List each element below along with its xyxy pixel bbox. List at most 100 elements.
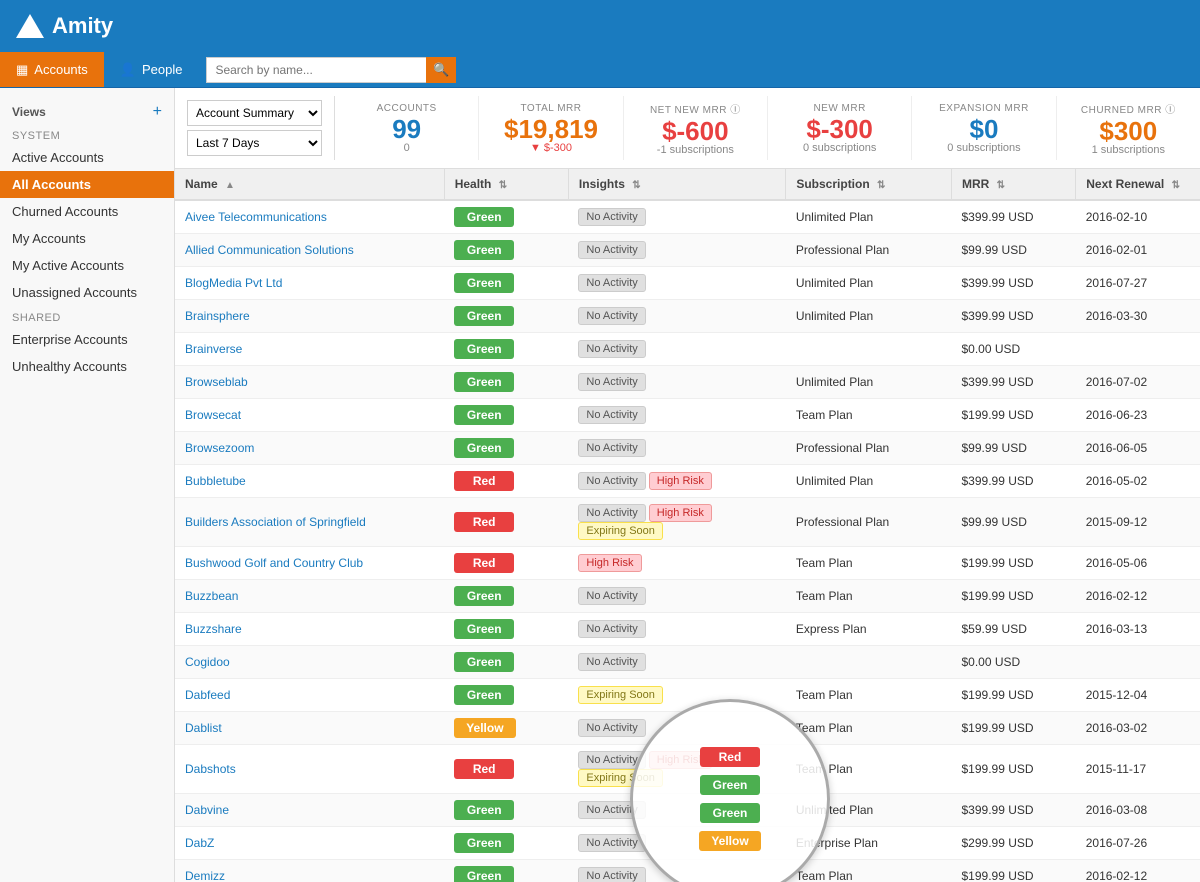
metric-accounts: ACCOUNTS 99 0	[335, 96, 479, 160]
health-badge: Green	[454, 438, 514, 458]
metric-expansion-mrr-value: $0	[970, 116, 999, 142]
cell-insights: High Risk	[568, 547, 785, 580]
cell-subscription	[786, 333, 952, 366]
insight-tag: No Activity	[578, 241, 645, 259]
account-link[interactable]: Brainsphere	[185, 309, 250, 323]
search-input[interactable]	[206, 57, 426, 83]
sidebar-item-unhealthy-accounts[interactable]: Unhealthy Accounts	[0, 353, 174, 380]
account-link[interactable]: Bushwood Golf and Country Club	[185, 556, 363, 570]
account-link[interactable]: DabZ	[185, 836, 214, 850]
account-link[interactable]: Builders Association of Springfield	[185, 515, 366, 529]
sidebar-item-my-accounts[interactable]: My Accounts	[0, 225, 174, 252]
cell-health: Green	[444, 333, 568, 366]
cell-subscription: Team Plan	[786, 547, 952, 580]
accounts-icon: ▦	[16, 62, 28, 78]
col-header-renewal[interactable]: Next Renewal ⇅	[1076, 169, 1200, 200]
sidebar-item-my-active-accounts[interactable]: My Active Accounts	[0, 252, 174, 279]
account-link[interactable]: Allied Communication Solutions	[185, 243, 354, 257]
health-badge: Green	[454, 405, 514, 425]
account-link[interactable]: Browsezoom	[185, 441, 254, 455]
account-link[interactable]: Demizz	[185, 869, 225, 882]
col-header-insights[interactable]: Insights ⇅	[568, 169, 785, 200]
table-row: Builders Association of SpringfieldRedNo…	[175, 498, 1200, 547]
cell-name: Buzzshare	[175, 613, 444, 646]
cell-renewal: 2016-02-10	[1076, 200, 1200, 234]
people-tab[interactable]: 👤 People	[104, 52, 199, 87]
account-link[interactable]: BlogMedia Pvt Ltd	[185, 276, 282, 290]
tooltip-badge-green: Green	[700, 775, 760, 795]
sidebar-item-all-accounts[interactable]: All Accounts	[0, 171, 174, 198]
insight-tag: No Activity	[578, 274, 645, 292]
cell-subscription: Professional Plan	[786, 234, 952, 267]
cell-mrr: $399.99 USD	[952, 300, 1076, 333]
account-link[interactable]: Dablist	[185, 721, 222, 735]
metric-accounts-label: ACCOUNTS	[377, 103, 437, 114]
sidebar-item-churned-accounts[interactable]: Churned Accounts	[0, 198, 174, 225]
cell-name: Dabvine	[175, 794, 444, 827]
cell-insights: No ActivityHigh Risk	[568, 465, 785, 498]
account-link[interactable]: Buzzshare	[185, 622, 242, 636]
cell-renewal: 2016-03-08	[1076, 794, 1200, 827]
cell-name: Bubbletube	[175, 465, 444, 498]
col-header-mrr[interactable]: MRR ⇅	[952, 169, 1076, 200]
add-view-button[interactable]: +	[153, 104, 162, 120]
account-link[interactable]: Browseblab	[185, 375, 248, 389]
tooltip-circle: Red Green Green Yellow	[630, 699, 830, 882]
insight-tag: No Activity	[578, 472, 645, 490]
col-header-subscription[interactable]: Subscription ⇅	[786, 169, 952, 200]
account-link[interactable]: Dabshots	[185, 762, 236, 776]
cell-renewal: 2016-03-02	[1076, 712, 1200, 745]
account-link[interactable]: Bubbletube	[185, 474, 246, 488]
logo-icon	[16, 14, 44, 38]
cell-insights: No Activity	[568, 613, 785, 646]
cell-subscription: Unlimited Plan	[786, 200, 952, 234]
stats-metrics: ACCOUNTS 99 0 TOTAL MRR $19,819 ▼ $-300 …	[335, 96, 1200, 160]
cell-renewal: 2016-05-06	[1076, 547, 1200, 580]
col-header-name[interactable]: Name ▲	[175, 169, 444, 200]
metric-total-mrr-sub: ▼ $-300	[530, 142, 572, 154]
account-link[interactable]: Aivee Telecommunications	[185, 210, 327, 224]
health-badge: Green	[454, 685, 514, 705]
cell-name: Browsecat	[175, 399, 444, 432]
sidebar-item-unassigned-accounts[interactable]: Unassigned Accounts	[0, 279, 174, 306]
cell-health: Green	[444, 794, 568, 827]
view-selector[interactable]: Account Summary Revenue Summary	[187, 100, 322, 126]
table-row: BrainsphereGreenNo ActivityUnlimited Pla…	[175, 300, 1200, 333]
metric-net-new-mrr: NET NEW MRR ⓘ $-600 -1 subscriptions	[624, 96, 768, 160]
cell-insights: No Activity	[568, 234, 785, 267]
cell-renewal: 2016-06-23	[1076, 399, 1200, 432]
metric-net-new-mrr-label: NET NEW MRR ⓘ	[650, 101, 741, 116]
account-link[interactable]: Dabvine	[185, 803, 229, 817]
account-link[interactable]: Browsecat	[185, 408, 241, 422]
account-link[interactable]: Dabfeed	[185, 688, 230, 702]
cell-renewal: 2016-07-02	[1076, 366, 1200, 399]
health-badge: Red	[454, 553, 514, 573]
accounts-tab[interactable]: ▦ Accounts	[0, 52, 104, 87]
cell-subscription: Express Plan	[786, 613, 952, 646]
nav-bar: ▦ Accounts 👤 People 🔍	[0, 52, 1200, 88]
search-button[interactable]: 🔍	[426, 57, 456, 83]
cell-mrr: $399.99 USD	[952, 366, 1076, 399]
table-header-row: Name ▲ Health ⇅ Insights ⇅ Subscription …	[175, 169, 1200, 200]
main-layout: Views + System Active Accounts All Accou…	[0, 88, 1200, 882]
cell-health: Green	[444, 366, 568, 399]
cell-health: Green	[444, 613, 568, 646]
date-selector[interactable]: Last 7 Days Last 30 Days Last 90 Days	[187, 130, 322, 156]
cell-renewal	[1076, 646, 1200, 679]
health-badge: Green	[454, 619, 514, 639]
cell-insights: No Activity	[568, 366, 785, 399]
insight-tag: No Activity	[578, 406, 645, 424]
account-link[interactable]: Brainverse	[185, 342, 242, 356]
health-badge: Red	[454, 512, 514, 532]
cell-subscription: Unlimited Plan	[786, 366, 952, 399]
account-link[interactable]: Cogidoo	[185, 655, 230, 669]
cell-mrr: $399.99 USD	[952, 200, 1076, 234]
table-row: BlogMedia Pvt LtdGreenNo ActivityUnlimit…	[175, 267, 1200, 300]
cell-health: Red	[444, 745, 568, 794]
account-link[interactable]: Buzzbean	[185, 589, 238, 603]
cell-insights: No Activity	[568, 200, 785, 234]
col-header-health[interactable]: Health ⇅	[444, 169, 568, 200]
sidebar-item-enterprise-accounts[interactable]: Enterprise Accounts	[0, 326, 174, 353]
sidebar-item-active-accounts[interactable]: Active Accounts	[0, 144, 174, 171]
metric-churned-mrr-value: $300	[1099, 118, 1157, 144]
